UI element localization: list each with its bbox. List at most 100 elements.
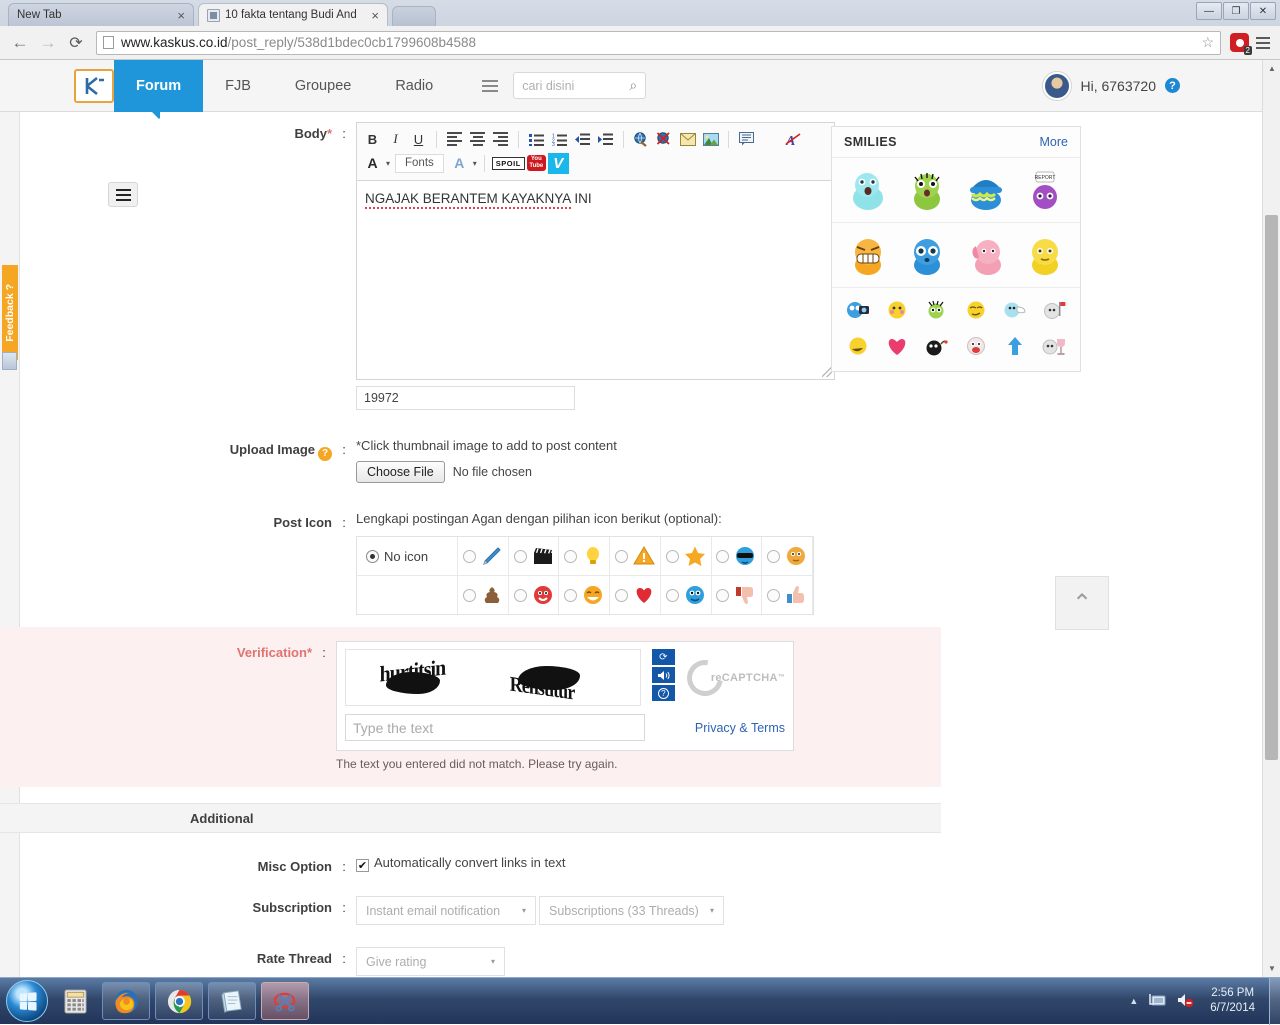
radio-no-icon[interactable]: [366, 550, 379, 563]
smiley-pink-heart[interactable]: [877, 333, 916, 359]
address-bar[interactable]: www.kaskus.co.id/post_reply/538d1bdec0cb…: [96, 31, 1221, 55]
captcha-input[interactable]: Type the text: [345, 714, 645, 741]
privacy-terms-link[interactable]: Privacy & Terms: [695, 721, 785, 735]
show-desktop-button[interactable]: [1269, 978, 1280, 1025]
scroll-to-top-button[interactable]: ⌃: [1055, 576, 1109, 630]
indent-button[interactable]: [595, 129, 616, 150]
choose-file-button[interactable]: Choose File: [356, 461, 445, 483]
vimeo-button[interactable]: V: [548, 153, 569, 174]
radio-shy[interactable]: [767, 550, 780, 563]
post-icon-option-shy[interactable]: [762, 537, 813, 575]
side-mini-icon[interactable]: [2, 352, 17, 370]
chrome-menu-icon[interactable]: [1252, 32, 1274, 54]
convert-links-checkbox[interactable]: ✔: [356, 859, 369, 872]
rate-thread-select[interactable]: Give rating ▾: [356, 947, 505, 976]
nav-tab-radio[interactable]: Radio: [373, 60, 455, 112]
tray-expand-icon[interactable]: ▲: [1129, 996, 1138, 1006]
reload-button[interactable]: ⟳: [62, 29, 90, 57]
taskbar-clock[interactable]: 2:56 PM 6/7/2014: [1204, 986, 1261, 1016]
radio-laughing[interactable]: [564, 589, 577, 602]
minimize-button[interactable]: —: [1196, 2, 1222, 20]
nav-tab-groupee[interactable]: Groupee: [273, 60, 373, 112]
post-icon-option-poop[interactable]: [458, 576, 509, 614]
adblock-extension-icon[interactable]: 2: [1230, 33, 1249, 52]
radio-clapperboard[interactable]: [514, 550, 527, 563]
nav-tab-forum[interactable]: Forum: [114, 60, 203, 112]
smiley-orange-grin[interactable]: [838, 231, 897, 279]
help-icon[interactable]: ?: [318, 447, 332, 461]
font-family-select[interactable]: Fonts: [395, 154, 444, 173]
outdent-button[interactable]: [572, 129, 593, 150]
underline-button[interactable]: U: [408, 129, 429, 150]
smiley-blue-arrow-up[interactable]: [995, 333, 1034, 359]
site-menu-icon[interactable]: [477, 73, 503, 99]
bookmark-star-icon[interactable]: ☆: [1201, 34, 1214, 51]
taskbar-calculator[interactable]: [53, 982, 97, 1020]
captcha-refresh-button[interactable]: ⟳: [652, 649, 675, 665]
smilies-more-link[interactable]: More: [1040, 135, 1068, 149]
radio-crying[interactable]: [666, 589, 679, 602]
volume-muted-icon[interactable]: [1176, 992, 1194, 1011]
new-tab-button[interactable]: [392, 6, 436, 26]
chevron-down-icon[interactable]: ▾: [386, 159, 390, 168]
post-icon-option-sunglasses[interactable]: [712, 537, 763, 575]
captcha-help-button[interactable]: ?: [652, 685, 675, 701]
misc-option-control[interactable]: ✔Automatically convert links in text: [356, 855, 565, 874]
smiley-green-alien[interactable]: [897, 166, 956, 214]
radio-lightbulb[interactable]: [564, 550, 577, 563]
text-color-button[interactable]: A: [362, 153, 383, 174]
quote-button[interactable]: [736, 129, 757, 150]
radio-clown[interactable]: [514, 589, 527, 602]
nav-tab-fjb[interactable]: FJB: [203, 60, 273, 112]
help-icon[interactable]: ?: [1165, 78, 1180, 93]
browser-tab-new-tab[interactable]: New Tab ×: [8, 3, 194, 26]
numbered-list-button[interactable]: 1 2 3: [549, 129, 570, 150]
smiley-black-bomb[interactable]: [917, 333, 956, 359]
post-icon-option-warning[interactable]: [610, 537, 661, 575]
smiley-blue-camera[interactable]: [838, 297, 877, 323]
smiley-red-angry[interactable]: [956, 333, 995, 359]
subscriptions-list-select[interactable]: Subscriptions (33 Threads) ▾: [539, 896, 724, 925]
search-icon[interactable]: ⌕: [629, 77, 637, 94]
font-size-button[interactable]: A: [449, 153, 470, 174]
radio-star[interactable]: [666, 550, 679, 563]
scrollbar-down-arrow[interactable]: ▼: [1263, 960, 1280, 977]
align-left-button[interactable]: [444, 129, 465, 150]
post-icon-option-lightbulb[interactable]: [559, 537, 610, 575]
insert-image-button[interactable]: [700, 129, 721, 150]
post-icon-option-none[interactable]: No icon: [357, 537, 458, 575]
smiley-yellow-smirk[interactable]: [956, 297, 995, 323]
taskbar-notepad[interactable]: [208, 982, 256, 1020]
smiley-grey-trophy[interactable]: [1035, 333, 1074, 359]
radio-warning[interactable]: [615, 550, 628, 563]
italic-button[interactable]: I: [385, 129, 406, 150]
scrollbar-up-arrow[interactable]: ▲: [1263, 60, 1280, 77]
taskbar-firefox[interactable]: [102, 982, 150, 1020]
smiley-blue-hat[interactable]: [956, 166, 1015, 214]
smiley-purple-report[interactable]: REPORT: [1015, 166, 1074, 214]
post-icon-option-clapperboard[interactable]: [509, 537, 560, 575]
post-icon-option-heart[interactable]: [610, 576, 661, 614]
chevron-down-icon[interactable]: ▾: [473, 159, 477, 168]
avatar[interactable]: [1043, 72, 1071, 100]
radio-pencil[interactable]: [463, 550, 476, 563]
site-search-input[interactable]: cari disini ⌕: [513, 72, 646, 99]
user-menu[interactable]: Hi, 6763720 ?: [1043, 72, 1180, 100]
post-icon-option-thumbs-down[interactable]: [712, 576, 763, 614]
youtube-button[interactable]: You Tube: [527, 155, 546, 171]
post-icon-option-laughing[interactable]: [559, 576, 610, 614]
smiley-yellow-sad[interactable]: [1015, 231, 1074, 279]
post-icon-option-star[interactable]: [661, 537, 712, 575]
post-icon-option-clown[interactable]: [509, 576, 560, 614]
browser-tab-kaskus[interactable]: 10 fakta tentang Budi And ×: [198, 3, 388, 26]
radio-sunglasses[interactable]: [716, 550, 729, 563]
smiley-blue-shocked[interactable]: [838, 166, 897, 214]
insert-link-button[interactable]: [631, 129, 652, 150]
back-button[interactable]: ←: [6, 29, 34, 57]
spoiler-button[interactable]: SPOIL: [492, 157, 525, 170]
page-scrollbar[interactable]: ▲ ▼: [1262, 60, 1280, 977]
radio-thumbs-down[interactable]: [716, 589, 729, 602]
bullet-list-button[interactable]: [526, 129, 547, 150]
scrollbar-thumb[interactable]: [1265, 215, 1278, 760]
code-button[interactable]: [759, 129, 780, 150]
